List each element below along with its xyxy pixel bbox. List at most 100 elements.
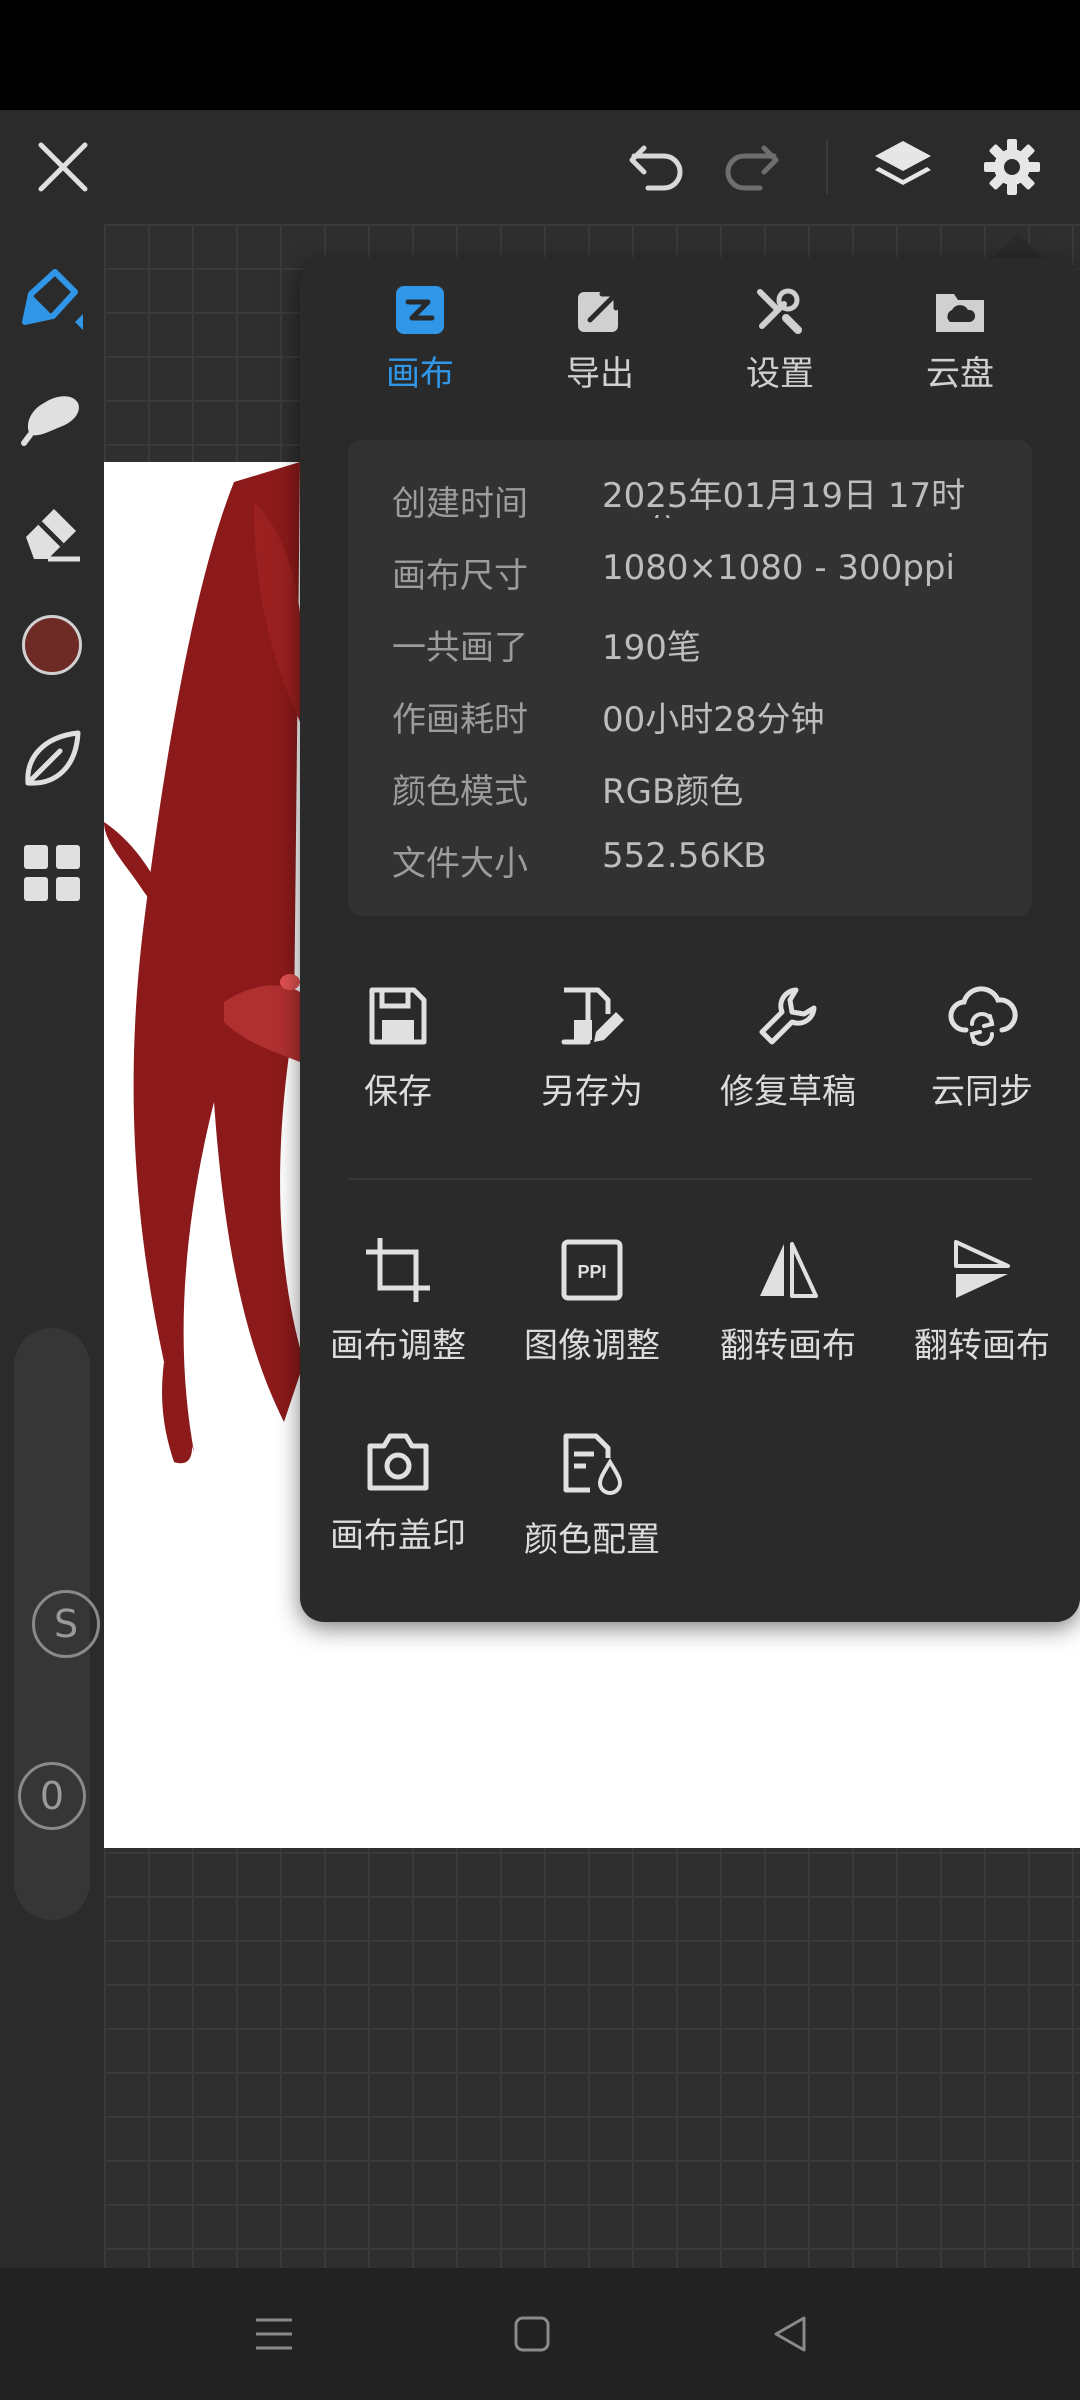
- cloud-drive-icon: [936, 294, 984, 332]
- canvas-icon: [396, 286, 444, 334]
- info-value: 552.56KB: [602, 836, 767, 876]
- smudge-icon: [21, 396, 79, 446]
- close-icon: [38, 142, 88, 192]
- color-picker-button[interactable]: [0, 590, 104, 700]
- info-row-size: 画布尺寸 1080×1080 - 300ppi: [392, 548, 1012, 608]
- nav-back-button[interactable]: [730, 2268, 850, 2400]
- eraser-tool-button[interactable]: [0, 476, 104, 586]
- info-row-time: 作画耗时 00小时28分钟: [392, 692, 1012, 752]
- grid-menu-button[interactable]: [0, 818, 104, 928]
- redo-button[interactable]: [714, 110, 790, 224]
- save-as-icon: [561, 987, 624, 1045]
- info-key: 文件大小: [392, 844, 528, 884]
- info-value: 1080×1080 - 300ppi: [602, 548, 955, 588]
- save-icon: [369, 987, 427, 1045]
- undo-button[interactable]: [618, 110, 694, 224]
- info-value-overflow: 40分: [602, 504, 679, 518]
- tab-label: 画布: [386, 354, 454, 394]
- save-as-button[interactable]: 另存为: [494, 984, 690, 1154]
- leaf-icon: [25, 730, 81, 786]
- tab-export[interactable]: 导出: [510, 286, 690, 416]
- toolbar-divider: [826, 140, 828, 194]
- flip-horizontal-icon: [760, 1242, 818, 1298]
- wrench-icon: [759, 987, 817, 1045]
- undo-icon: [629, 145, 683, 191]
- flip-vertical-button[interactable]: 翻转画布: [884, 1238, 1080, 1408]
- smudge-tool-button[interactable]: [0, 360, 104, 470]
- back-icon: [774, 2316, 806, 2352]
- canvas-stamp-button[interactable]: 画布盖印: [300, 1432, 496, 1602]
- nav-home-button[interactable]: [472, 2268, 592, 2400]
- action-label: 翻转画布: [914, 1326, 1050, 1366]
- tab-label: 云盘: [926, 354, 994, 394]
- top-toolbar: [0, 110, 1080, 224]
- flip-vertical-icon: [954, 1240, 1010, 1298]
- color-profile-button[interactable]: 颜色配置: [494, 1432, 690, 1602]
- info-key: 创建时间: [392, 484, 528, 524]
- current-color-swatch: [22, 615, 82, 675]
- tab-label: 设置: [746, 354, 814, 394]
- tab-cloud-drive[interactable]: 云盘: [870, 286, 1050, 416]
- settings-button[interactable]: [972, 110, 1052, 224]
- action-label: 修复草稿: [720, 1072, 856, 1112]
- cloud-sync-icon: [948, 986, 1018, 1046]
- repair-draft-button[interactable]: 修复草稿: [690, 984, 886, 1154]
- brush-library-button[interactable]: [0, 704, 104, 814]
- panel-pointer: [992, 232, 1044, 260]
- left-toolbar: S 0: [0, 224, 104, 2268]
- info-key: 颜色模式: [392, 772, 528, 812]
- tools-icon: [757, 288, 802, 334]
- layers-icon: [875, 141, 931, 185]
- info-row-strokes: 一共画了 190笔: [392, 620, 1012, 680]
- opacity-slider-knob[interactable]: 0: [18, 1762, 86, 1830]
- image-adjust-button[interactable]: PPI 图像调整: [494, 1238, 690, 1408]
- info-row-color-mode: 颜色模式 RGB颜色: [392, 764, 1012, 824]
- info-row-created: 创建时间 2025年01月19日 17时 40分: [392, 476, 1012, 536]
- home-icon: [514, 2316, 550, 2352]
- color-profile-icon: [563, 1433, 623, 1495]
- panel-tabs: 画布 导出 设置 云盘: [300, 258, 1080, 418]
- ppi-icon-text: PPI: [577, 1262, 606, 1282]
- canvas-info-box: 创建时间 2025年01月19日 17时 40分 画布尺寸 1080×1080 …: [348, 440, 1032, 916]
- action-label: 另存为: [541, 1072, 643, 1112]
- tab-canvas[interactable]: 画布: [330, 286, 510, 416]
- save-button[interactable]: 保存: [300, 984, 496, 1154]
- nav-menu-button[interactable]: [214, 2268, 334, 2400]
- size-slider-knob[interactable]: S: [32, 1590, 100, 1658]
- info-key: 一共画了: [392, 628, 528, 668]
- gear-icon: [984, 139, 1040, 195]
- info-value: 190笔: [602, 628, 701, 668]
- layers-button[interactable]: [862, 110, 944, 224]
- menu-icon: [256, 2318, 292, 2350]
- status-bar: [0, 0, 1080, 110]
- tab-settings[interactable]: 设置: [690, 286, 870, 416]
- grid-icon: [24, 845, 80, 901]
- tab-label: 导出: [566, 354, 634, 394]
- action-label: 云同步: [931, 1072, 1033, 1112]
- redo-icon: [725, 145, 779, 191]
- crop-icon: [366, 1238, 430, 1302]
- info-key: 画布尺寸: [392, 556, 528, 596]
- canvas-info-panel: 画布 导出 设置 云盘 创建时间 2025年01月19日 17时 画布尺寸 10…: [300, 258, 1080, 1622]
- info-value: 00小时28分钟: [602, 700, 825, 740]
- pen-icon: [22, 269, 83, 330]
- info-key: 作画耗时: [392, 700, 528, 740]
- action-label: 保存: [364, 1072, 432, 1112]
- flip-horizontal-button[interactable]: 翻转画布: [690, 1238, 886, 1408]
- cloud-sync-button[interactable]: 云同步: [884, 984, 1080, 1154]
- camera-icon: [367, 1433, 429, 1491]
- action-label: 画布调整: [330, 1326, 466, 1366]
- panel-divider: [348, 1178, 1032, 1180]
- system-nav-bar: [0, 2268, 1080, 2400]
- action-label: 颜色配置: [524, 1520, 660, 1560]
- action-label: 翻转画布: [720, 1326, 856, 1366]
- eraser-icon: [26, 509, 80, 562]
- action-label: 图像调整: [524, 1326, 660, 1366]
- close-button[interactable]: [20, 110, 106, 224]
- export-icon: [578, 291, 619, 332]
- canvas-adjust-button[interactable]: 画布调整: [300, 1238, 496, 1408]
- pen-tool-button[interactable]: [0, 244, 104, 354]
- info-row-file-size: 文件大小 552.56KB: [392, 836, 1012, 896]
- ppi-icon: PPI: [561, 1239, 623, 1301]
- size-slider[interactable]: S: [14, 1328, 100, 1920]
